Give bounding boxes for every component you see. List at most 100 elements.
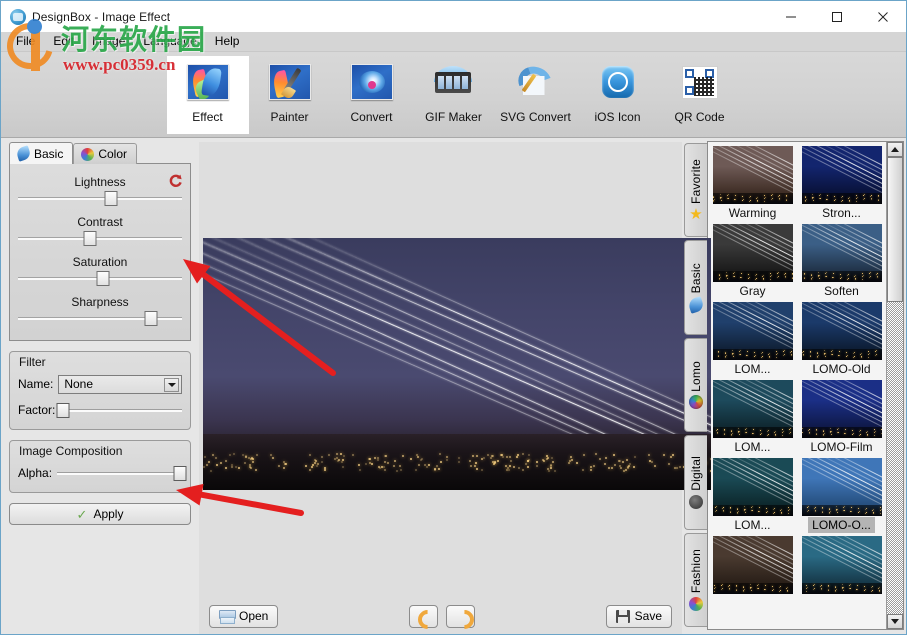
alpha-row: Alpha:: [18, 463, 186, 483]
preset-thumbnail[interactable]: [801, 458, 882, 516]
toolbar-button-effect[interactable]: Effect: [166, 56, 249, 134]
sharpness-header: Sharpness: [18, 292, 182, 311]
preset-tab-basic-label: Basic: [689, 263, 703, 294]
menu-bar: File Edit Image Language Help: [1, 32, 906, 52]
sharpness-label: Sharpness: [71, 294, 129, 309]
maximize-button[interactable]: [814, 1, 860, 32]
preset-grid: Warming Stron... Gray Soften LOM... LOMO-Old L…: [708, 142, 886, 629]
preset-thumbnail[interactable]: [712, 536, 793, 594]
preset-tab-favorite[interactable]: Favorite ★: [684, 143, 707, 238]
preset-item[interactable]: Gray: [712, 224, 793, 302]
apply-button[interactable]: ✓ Apply: [9, 503, 191, 525]
lightness-slider[interactable]: [18, 191, 182, 206]
composition-title: Image Composition: [19, 444, 123, 458]
alpha-slider[interactable]: [57, 465, 186, 481]
minimize-button[interactable]: [768, 1, 814, 32]
preset-item[interactable]: [712, 536, 793, 598]
window-controls: [768, 1, 906, 32]
toolbar-label-qr-code: QR Code: [674, 110, 725, 124]
preset-item[interactable]: Stron...: [801, 146, 882, 224]
preset-thumbnail[interactable]: [801, 380, 882, 438]
preset-name: LOM...: [734, 518, 771, 532]
preset-thumbnail[interactable]: [801, 302, 882, 360]
preset-item[interactable]: LOM...: [712, 380, 793, 458]
toolbar-label-ios-icon: iOS Icon: [594, 110, 641, 124]
preset-thumbnail[interactable]: [712, 458, 793, 516]
filter-factor-slider[interactable]: [56, 402, 182, 418]
menu-item-file[interactable]: File: [7, 32, 44, 51]
toolbar-button-ios-icon[interactable]: iOS Icon: [577, 56, 659, 134]
toolbar-button-qr-code[interactable]: QR Code: [659, 56, 741, 134]
preset-item[interactable]: Soften: [801, 224, 882, 302]
save-button-label: Save: [634, 609, 662, 623]
presets-panel: Favorite ★ Basic Lomo Digital Fashion Wa…: [684, 138, 906, 634]
scrollbar-thumb[interactable]: [887, 157, 903, 302]
preset-item[interactable]: LOMO-Film: [801, 380, 882, 458]
preset-item[interactable]: Warming: [712, 146, 793, 224]
scroll-up-button[interactable]: [887, 142, 903, 157]
open-button-label: Open: [239, 609, 269, 623]
app-icon: [10, 8, 26, 25]
preset-thumbnail[interactable]: [801, 146, 882, 204]
preset-item[interactable]: LOMO-O...: [801, 458, 882, 536]
preset-tab-digital[interactable]: Digital: [684, 435, 707, 530]
refresh-icon[interactable]: [168, 173, 183, 188]
color-wheel-icon: [689, 596, 703, 611]
basic-adjust-box: Lightness Contrast Saturation Sharpness: [9, 163, 191, 341]
preset-tab-fashion[interactable]: Fashion: [684, 532, 707, 628]
preset-thumbnail[interactable]: [801, 536, 882, 594]
filter-name-select[interactable]: None: [58, 374, 182, 394]
preset-name: Stron...: [822, 206, 861, 220]
menu-item-language[interactable]: Language: [134, 32, 205, 51]
feather-icon: [15, 145, 32, 162]
preset-item[interactable]: LOM...: [712, 302, 793, 380]
preview-image[interactable]: [203, 238, 711, 490]
alpha-slider-thumb[interactable]: [173, 465, 186, 481]
sharpness-slider[interactable]: [18, 311, 182, 326]
save-button[interactable]: Save: [605, 604, 672, 628]
preset-name: LOMO-Old: [812, 362, 871, 376]
chevron-down-icon[interactable]: [164, 377, 179, 392]
filter-factor-thumb[interactable]: [56, 402, 70, 418]
toolbar-button-painter[interactable]: Painter: [249, 56, 331, 134]
left-adjust-panel: Basic Color Lightness Contrast Saturatio…: [1, 138, 197, 634]
undo-button[interactable]: [409, 604, 438, 628]
filter-factor-row: Factor:: [18, 400, 182, 420]
saturation-slider[interactable]: [18, 271, 182, 286]
contrast-slider-thumb[interactable]: [83, 231, 97, 246]
toolbar-button-gif-maker[interactable]: GIF Maker: [413, 56, 495, 134]
toolbar-button-convert[interactable]: Convert: [331, 56, 413, 134]
menu-item-edit[interactable]: Edit: [44, 32, 83, 51]
preset-thumbnail[interactable]: [801, 224, 882, 282]
sharpness-slider-thumb[interactable]: [144, 311, 158, 326]
preset-item[interactable]: [801, 536, 882, 598]
menu-item-help[interactable]: Help: [206, 32, 249, 51]
lightness-slider-thumb[interactable]: [104, 191, 118, 206]
canvas-viewport[interactable]: [199, 142, 711, 598]
close-button[interactable]: [860, 1, 906, 32]
menu-item-image[interactable]: Image: [83, 32, 134, 51]
tab-color[interactable]: Color: [73, 143, 138, 164]
preset-thumbnail[interactable]: [712, 224, 793, 282]
lightness-label: Lightness: [74, 174, 126, 189]
redo-button[interactable]: [446, 604, 475, 628]
slider-group: Lightness Contrast Saturation Sharpness: [18, 170, 182, 326]
saturation-slider-thumb[interactable]: [96, 271, 110, 286]
preset-scrollbar[interactable]: [886, 142, 903, 629]
preset-tab-lomo[interactable]: Lomo: [684, 337, 707, 433]
scroll-down-button[interactable]: [887, 614, 903, 629]
preset-name: LOM...: [734, 362, 771, 376]
filter-factor-label: Factor:: [18, 403, 56, 417]
preset-thumbnail[interactable]: [712, 380, 793, 438]
preset-item[interactable]: LOM...: [712, 458, 793, 536]
toolbar-button-svg-convert[interactable]: SVG Convert: [495, 56, 577, 134]
contrast-label: Contrast: [77, 214, 123, 229]
preset-thumbnail[interactable]: [712, 146, 793, 204]
svg-pen-icon: [512, 61, 558, 103]
preset-thumbnail[interactable]: [712, 302, 793, 360]
tab-basic[interactable]: Basic: [9, 142, 74, 164]
open-button[interactable]: Open: [209, 604, 279, 628]
contrast-slider[interactable]: [18, 231, 182, 246]
preset-tab-basic[interactable]: Basic: [684, 240, 707, 335]
preset-item[interactable]: LOMO-Old: [801, 302, 882, 380]
